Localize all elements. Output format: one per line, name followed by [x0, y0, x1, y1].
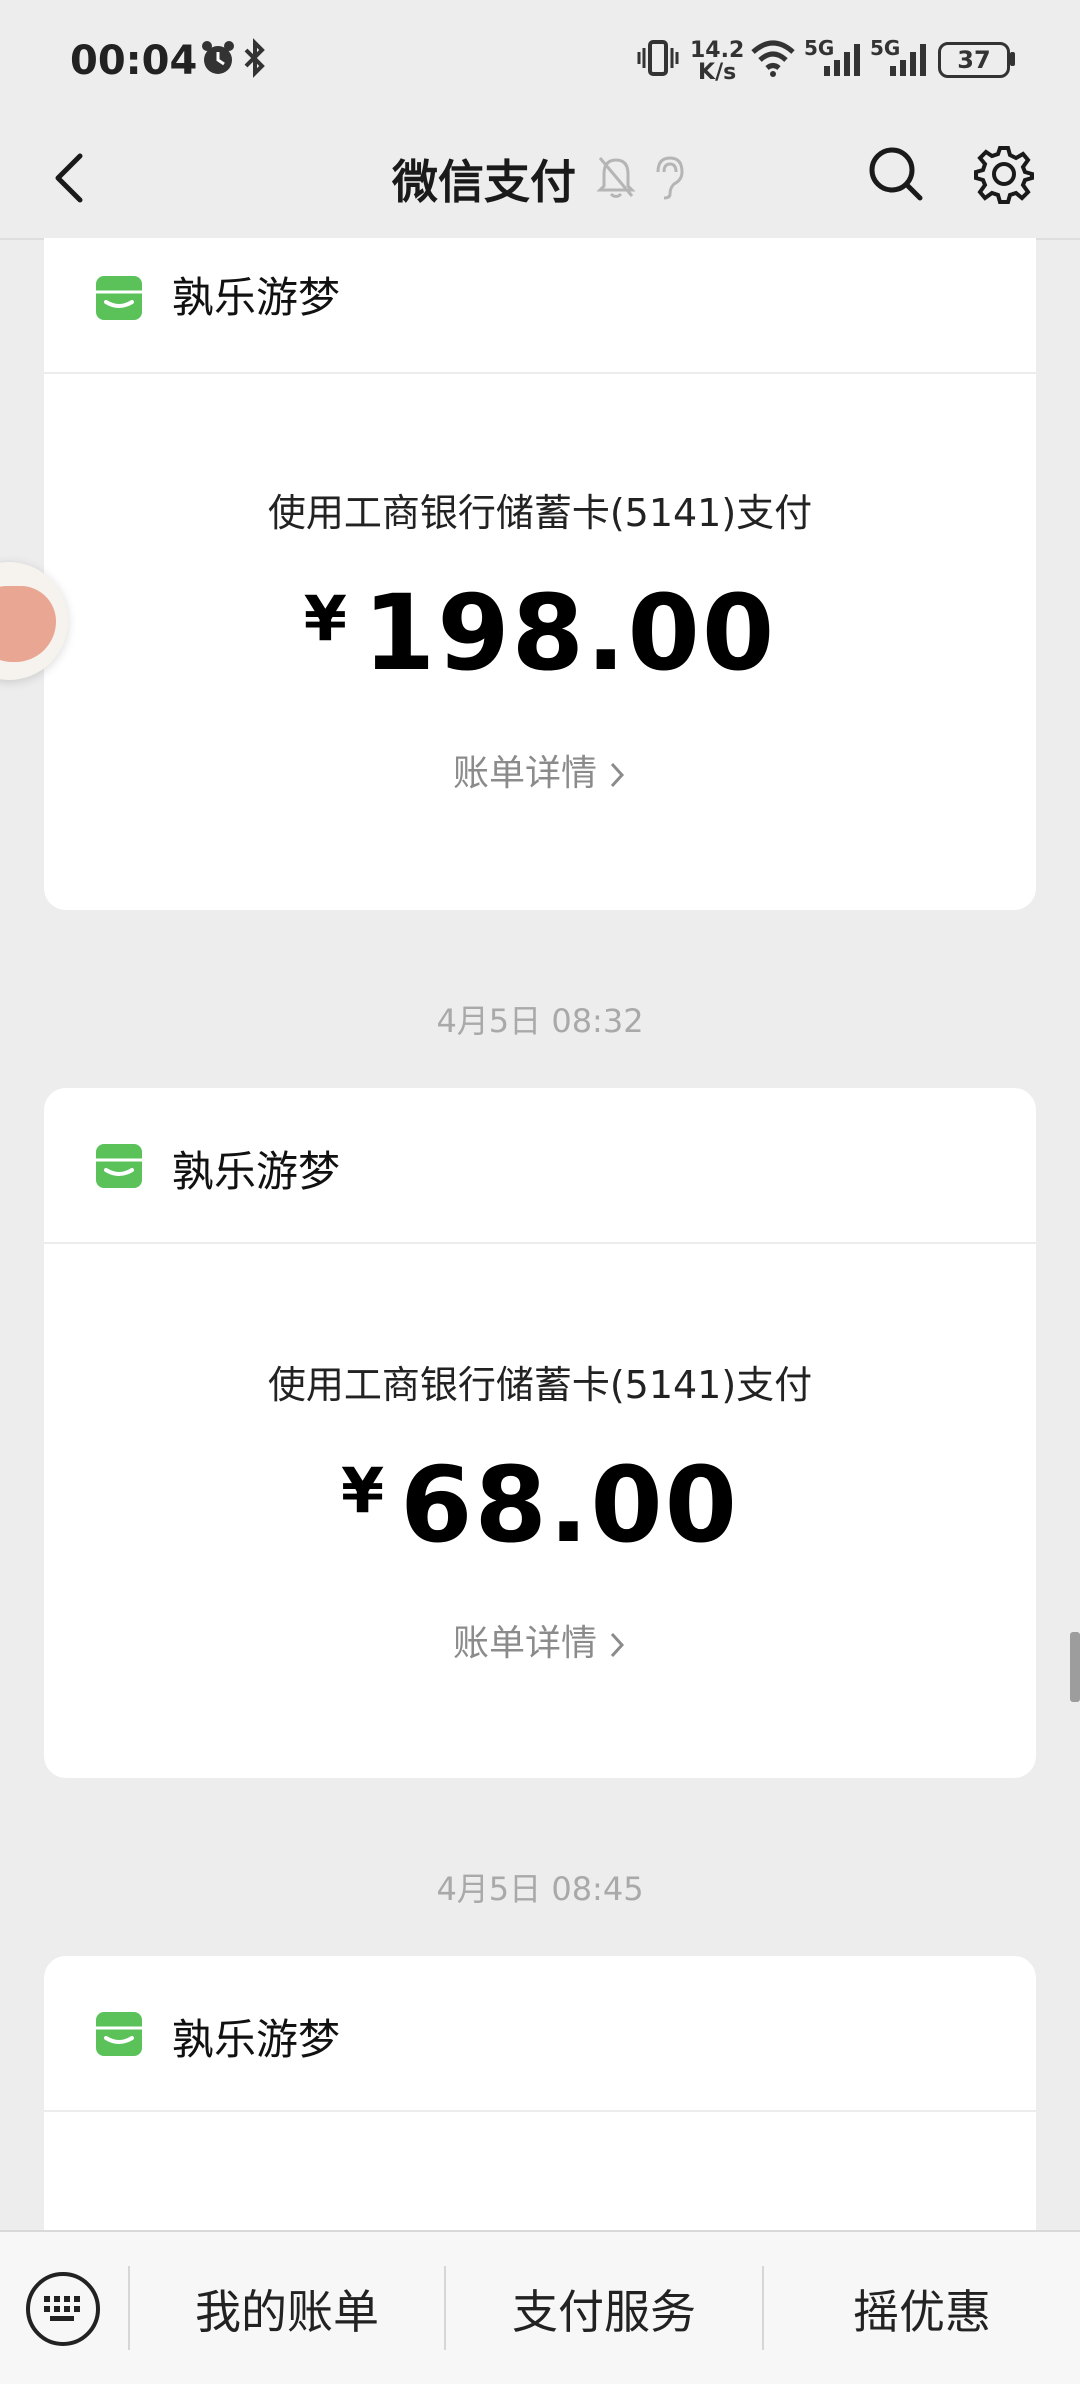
back-arrow-icon[interactable] [40, 148, 100, 208]
signal-2-icon: 5G [870, 36, 930, 80]
alarm-icon [202, 41, 234, 74]
payment-amount: ¥198.00 [303, 572, 777, 694]
card-header: 孰乐游梦 [44, 1956, 1036, 2112]
payment-card-2[interactable]: 孰乐游梦 使用工商银行储蓄卡(5141)支付 ¥68.00 账单详情 [44, 1088, 1036, 1778]
battery-tip [1010, 52, 1015, 66]
menu-shake-offers[interactable]: 摇优惠 [764, 2276, 1080, 2342]
merchant-name: 孰乐游梦 [172, 273, 341, 322]
merchant-name: 孰乐游梦 [172, 1147, 341, 1196]
bill-detail-link[interactable]: 账单详情 [44, 1614, 1036, 1666]
search-icon[interactable] [866, 144, 926, 204]
pay-method: 使用工商银行储蓄卡(5141)支付 [267, 491, 813, 535]
menu-payment-services[interactable]: 支付服务 [446, 2276, 762, 2342]
keyboard-icon [44, 2296, 80, 2321]
payment-card-1[interactable]: 孰乐游梦 使用工商银行储蓄卡(5141)支付 ¥198.00 账单详情 [44, 238, 1036, 910]
bluetooth-icon [244, 38, 265, 78]
merchant-store-icon [96, 1144, 142, 1188]
pay-method: 使用工商银行储蓄卡(5141)支付 [267, 1363, 813, 1407]
menu-my-bills[interactable]: 我的账单 [130, 2276, 444, 2342]
net-speed: 14.2 K/s [690, 38, 745, 85]
chevron-right-icon [610, 762, 625, 788]
status-time: 00:04 [70, 38, 198, 84]
battery-icon: 37 [938, 42, 1010, 78]
ear-icon [656, 156, 684, 200]
vibrate-icon [637, 40, 679, 76]
page-title: 微信支付 [392, 155, 576, 209]
settings-gear-icon[interactable] [972, 142, 1036, 206]
floating-avatar [0, 586, 56, 662]
mute-bell-icon [596, 157, 636, 198]
nav-bar: 微信支付 [0, 120, 1080, 240]
merchant-store-icon [96, 276, 142, 320]
chevron-right-icon [610, 1632, 625, 1658]
card-header: 孰乐游梦 [44, 238, 1036, 374]
scrollbar-thumb[interactable] [1070, 1632, 1080, 1702]
timestamp: 4月5日 08:45 [436, 1870, 644, 1908]
timestamp: 4月5日 08:32 [436, 1002, 644, 1040]
signal-1-icon: 5G [804, 36, 864, 80]
bottom-menu-bar: 我的账单 支付服务 摇优惠 [0, 2230, 1080, 2384]
payment-amount: ¥68.00 [340, 1444, 740, 1566]
merchant-store-icon [96, 2012, 142, 2056]
merchant-name: 孰乐游梦 [172, 2015, 341, 2064]
status-bar: 00:04 14.2 K/s 5G 5G 37 [0, 0, 1080, 120]
bill-detail-link[interactable]: 账单详情 [44, 744, 1036, 796]
wifi-icon [751, 40, 795, 77]
keyboard-toggle-button[interactable] [26, 2272, 100, 2346]
card-header: 孰乐游梦 [44, 1088, 1036, 1244]
